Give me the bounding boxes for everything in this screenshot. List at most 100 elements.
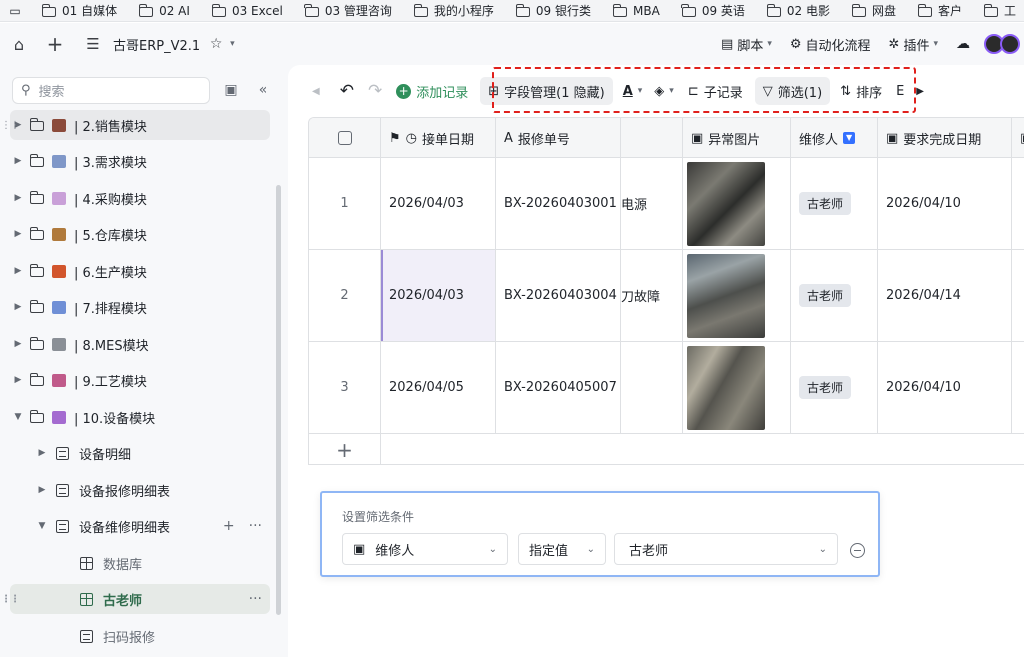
plugins-button[interactable]: ✲ 插件 ▾ — [889, 35, 938, 54]
cell-person[interactable]: 古老师 — [791, 342, 878, 433]
automation-button[interactable]: ⚙ 自动化流程 — [790, 35, 871, 54]
expand-arrow-icon[interactable]: ▶ — [10, 339, 26, 349]
cell-next[interactable] — [1012, 342, 1024, 433]
cell-date[interactable]: 2026/04/03 — [381, 158, 496, 249]
cell-desc[interactable]: 电源 — [621, 158, 683, 249]
sidebar-item-mes[interactable]: ▶ | 8.MES模块 — [10, 329, 270, 359]
remove-condition-icon[interactable] — [850, 543, 865, 558]
filter-button[interactable]: ▽ 筛选(1) — [754, 77, 831, 105]
bookmark-item[interactable]: 03 Excel — [200, 0, 293, 21]
sort-button[interactable]: ⇅ 排序 — [840, 82, 882, 101]
filter-operator-select[interactable]: 指定值 ⌄ — [518, 533, 606, 565]
sidebar-item-equipment[interactable]: ▼ | 10.设备模块 — [10, 402, 270, 432]
add-record-button[interactable]: + 添加记录 — [396, 82, 468, 101]
collapse-arrow-icon[interactable]: ▼ — [34, 521, 50, 531]
home-icon[interactable]: ⌂ — [5, 30, 33, 58]
cell-date[interactable]: 2026/04/05 — [381, 342, 496, 433]
column-header-next[interactable]: ▣ — [1012, 118, 1024, 158]
machine-photo[interactable] — [687, 161, 765, 246]
cell-due[interactable]: 2026/04/10 — [878, 342, 1012, 433]
add-row-icon[interactable]: + — [309, 434, 381, 464]
expand-arrow-icon[interactable]: ▶ — [10, 229, 26, 239]
bookmarks-menu-icon[interactable]: ▭ — [0, 0, 30, 21]
add-icon[interactable]: + — [223, 518, 235, 534]
cell-date[interactable]: 2026/04/03 — [381, 250, 496, 341]
cell-due[interactable]: 2026/04/14 — [878, 250, 1012, 341]
column-header-due[interactable]: ▣ 要求完成日期 — [878, 118, 1012, 158]
cell-image[interactable] — [683, 158, 791, 249]
redo-icon[interactable]: ↷ — [368, 81, 382, 101]
cell-person[interactable]: 古老师 — [791, 158, 878, 249]
filter-field-select[interactable]: ▣ 维修人 ⌄ — [342, 533, 508, 565]
cell-order[interactable]: BX-20260403001 — [496, 158, 621, 249]
bookmark-item[interactable]: MBA — [601, 0, 670, 21]
script-button[interactable]: ▤ 脚本 ▾ — [721, 35, 772, 54]
bookmark-item[interactable]: 01 自媒体 — [30, 0, 127, 21]
sidebar-item-warehouse[interactable]: ▶ | 5.仓库模块 — [10, 219, 270, 249]
star-icon[interactable]: ☆ — [202, 30, 230, 58]
cell-desc[interactable]: 刀故障 — [621, 250, 683, 341]
sidebar-scrollbar[interactable] — [276, 185, 281, 615]
cell-desc[interactable] — [621, 342, 683, 433]
expand-arrow-icon[interactable]: ▶ — [10, 193, 26, 203]
sub-record-button[interactable]: ⊏ 子记录 — [688, 82, 743, 101]
table-row[interactable]: 3 2026/04/05 BX-20260405007 古老师 2026/04/… — [309, 342, 1024, 434]
expand-arrow-icon[interactable]: ▶ — [10, 266, 26, 276]
field-management-button[interactable]: ⊞ 字段管理(1 隐藏) — [480, 77, 613, 105]
expand-arrow-icon[interactable]: ▶ — [34, 448, 50, 458]
sidebar-item-demand[interactable]: ▶ | 3.需求模块 — [10, 146, 270, 176]
bookmark-item[interactable]: 09 英语 — [670, 0, 755, 21]
sidebar-item-view-database[interactable]: 数据库 — [10, 548, 270, 578]
cell-due[interactable]: 2026/04/10 — [878, 158, 1012, 249]
bookmark-item[interactable]: 03 管理咨询 — [293, 0, 402, 21]
sidebar-item-production[interactable]: ▶ | 6.生产模块 — [10, 256, 270, 286]
bookmark-item[interactable]: 工 — [972, 0, 1024, 21]
bookmark-item[interactable]: 02 电影 — [755, 0, 840, 21]
view-toggle-icon[interactable]: ▣ — [222, 81, 240, 99]
column-header-image[interactable]: ▣ 异常图片 — [683, 118, 791, 158]
more-icon[interactable]: ··· — [249, 591, 262, 607]
undo-icon[interactable]: ↶ — [340, 81, 354, 101]
fill-color-button[interactable]: ◈ ▾ — [654, 84, 674, 99]
column-header-person[interactable]: 维修人 ▼ — [791, 118, 878, 158]
expand-arrow-icon[interactable]: ▶ — [10, 156, 26, 166]
bookmark-item[interactable]: 02 AI — [127, 0, 200, 21]
select-all-checkbox[interactable] — [309, 118, 381, 158]
collapse-sidebar-icon[interactable]: « — [254, 81, 272, 99]
search-input[interactable]: ⚲ 搜索 — [12, 77, 210, 104]
cell-image[interactable] — [683, 342, 791, 433]
cell-order[interactable]: BX-20260403004 — [496, 250, 621, 341]
sidebar-item-scan-repair[interactable]: 扫码报修 — [10, 621, 270, 651]
sidebar-item-purchase[interactable]: ▶ | 4.采购模块 — [10, 183, 270, 213]
more-icon[interactable]: ··· — [249, 518, 262, 534]
group-icon[interactable]: E — [896, 84, 904, 99]
machine-photo[interactable] — [687, 253, 765, 338]
column-header-order[interactable]: A 报修单号 — [496, 118, 621, 158]
column-header-date[interactable]: ⚑ ◷ 接单日期 — [381, 118, 496, 158]
text-color-button[interactable]: A ▾ — [623, 84, 643, 99]
bookmark-item[interactable]: 09 银行类 — [504, 0, 601, 21]
cell-order[interactable]: BX-20260405007 — [496, 342, 621, 433]
cell-person[interactable]: 古老师 — [791, 250, 878, 341]
collapse-arrow-icon[interactable]: ▼ — [10, 412, 26, 422]
sidebar-item-equipment-detail[interactable]: ▶ 设备明细 — [10, 438, 270, 468]
collaborator-avatars[interactable] — [984, 34, 1020, 54]
table-row[interactable]: 2 2026/04/03 BX-20260403004 刀故障 古老师 2026… — [309, 250, 1024, 342]
sidebar-item-scheduling[interactable]: ▶ | 7.排程模块 — [10, 292, 270, 322]
bookmark-item[interactable]: 我的小程序 — [402, 0, 504, 21]
sidebar-item-sales[interactable]: ⋮⋮ ▶ | 2.销售模块 — [1, 110, 270, 140]
expand-arrow-icon[interactable]: ▶ — [34, 485, 50, 495]
expand-arrow-icon[interactable]: ▶ — [10, 375, 26, 385]
cell-next[interactable] — [1012, 158, 1024, 249]
sidebar-item-repair-request[interactable]: ▶ 设备报修明细表 — [10, 475, 270, 505]
sidebar-item-process[interactable]: ▶ | 9.工艺模块 — [10, 365, 270, 395]
more-toolbar-arrow-icon[interactable]: ▶ — [916, 86, 924, 97]
column-header-desc[interactable] — [621, 118, 683, 158]
table-row[interactable]: 1 2026/04/03 BX-20260403001 电源 古老师 2026/… — [309, 158, 1024, 250]
chevron-down-icon[interactable]: ▾ — [230, 39, 235, 49]
bookmark-item[interactable]: 客户 — [906, 0, 972, 21]
cloud-icon[interactable]: ☁ — [956, 36, 970, 52]
expand-arrow-icon[interactable]: ▶ — [10, 302, 26, 312]
bookmark-item[interactable]: 网盘 — [840, 0, 906, 21]
sidebar-item-view-teacher[interactable]: ⋮⋮ 古老师 ··· — [1, 584, 270, 614]
